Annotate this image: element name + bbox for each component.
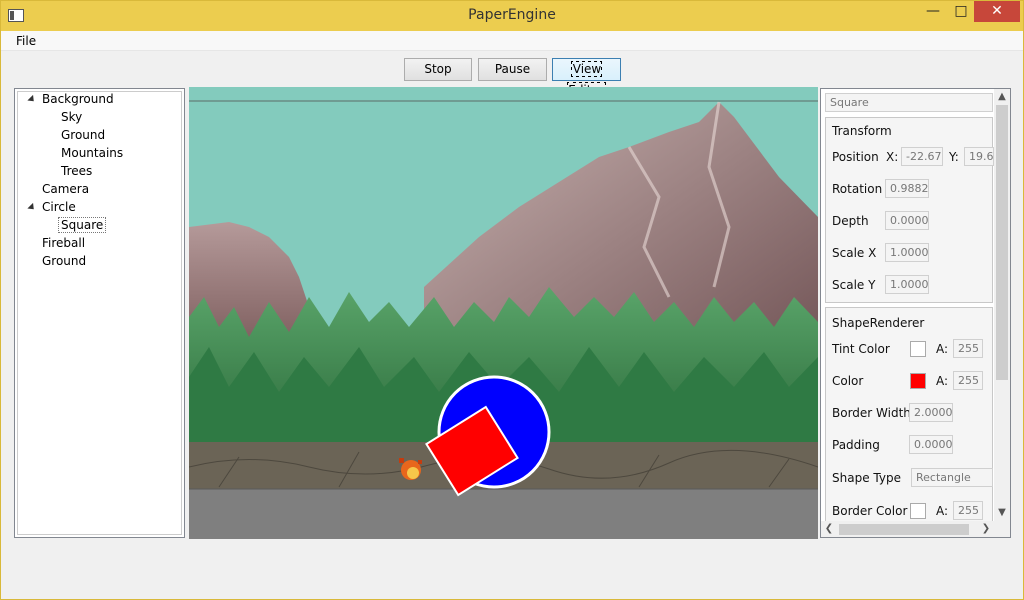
menu-bar: File (1, 31, 1023, 51)
close-button[interactable]: ✕ (974, 1, 1020, 22)
rotation-input[interactable]: 0.9882 (885, 179, 929, 198)
vertical-scroll-thumb[interactable] (996, 105, 1008, 380)
tree-node-ground-child[interactable]: Ground (61, 127, 105, 144)
scene-tree[interactable]: Background Sky Ground Mountains Trees Ca… (14, 88, 185, 538)
minimize-button[interactable]: — (919, 1, 947, 22)
tint-alpha-label: A: (936, 342, 949, 356)
shape-type-select[interactable]: Rectangle (911, 468, 993, 487)
inspector-panel: Square Transform Position X: -22.677 Y: … (820, 88, 1011, 538)
color-swatch[interactable] (910, 373, 926, 389)
tree-node-label: Square (58, 217, 107, 233)
scroll-down-icon[interactable]: ▼ (994, 505, 1010, 521)
tree-node-label: Trees (61, 164, 93, 178)
title-bar[interactable]: PaperEngine — □ ✕ (1, 1, 1023, 31)
transform-header: Transform (832, 124, 892, 138)
scroll-right-icon[interactable]: ❯ (978, 521, 994, 537)
minimize-icon: — (926, 3, 940, 19)
window-title: PaperEngine (468, 7, 556, 23)
menu-file[interactable]: File (16, 34, 36, 48)
horizontal-scroll-thumb[interactable] (839, 524, 969, 535)
inspector-horizontal-scrollbar[interactable]: ❮ ❯ (821, 521, 1010, 537)
depth-input[interactable]: 0.0000 (885, 211, 929, 230)
close-icon: ✕ (991, 3, 1003, 19)
object-name-field[interactable]: Square (825, 93, 993, 112)
tree-node-label: Ground (61, 128, 106, 142)
shape-type-label: Shape Type (832, 471, 901, 485)
tint-alpha-input[interactable]: 255 (953, 339, 983, 358)
tree-node-fireball[interactable]: Fireball (42, 235, 85, 252)
position-label: Position (832, 150, 879, 164)
app-window: PaperEngine — □ ✕ File Stop Pause View E… (0, 0, 1024, 600)
position-x-input[interactable]: -22.677 (901, 147, 943, 166)
padding-label: Padding (832, 438, 880, 452)
tree-node-label: Circle (42, 200, 76, 214)
tree-node-ground[interactable]: Ground (42, 253, 86, 270)
ground-platform (189, 489, 818, 539)
tree-node-circle[interactable]: Circle (42, 199, 76, 216)
game-viewport[interactable] (189, 87, 818, 539)
scroll-up-icon[interactable]: ▲ (994, 89, 1010, 105)
border-width-input[interactable]: 2.0000 (909, 403, 953, 422)
pause-button[interactable]: Pause (478, 58, 547, 81)
position-y-input[interactable]: 19.6 (964, 147, 994, 166)
position-x-label: X: (886, 150, 899, 164)
color-alpha-label: A: (936, 374, 949, 388)
tint-color-label: Tint Color (832, 342, 890, 356)
tree-node-label: Camera (42, 182, 90, 196)
tree-node-camera[interactable]: Camera (42, 181, 89, 198)
scalex-label: Scale X (832, 246, 877, 260)
depth-label: Depth (832, 214, 869, 228)
border-color-label: Border Color (832, 504, 908, 518)
maximize-button[interactable]: □ (947, 1, 975, 22)
stop-button[interactable]: Stop (404, 58, 472, 81)
color-alpha-input[interactable]: 255 (953, 371, 983, 390)
border-width-label: Border Width (832, 406, 911, 420)
tree-node-trees[interactable]: Trees (61, 163, 92, 180)
color-label: Color (832, 374, 864, 388)
tree-node-label: Background (42, 92, 114, 106)
tree-node-label: Ground (42, 254, 87, 268)
tree-node-mountains[interactable]: Mountains (61, 145, 123, 162)
scene-canvas (189, 87, 818, 539)
scaley-label: Scale Y (832, 278, 876, 292)
maximize-icon: □ (954, 3, 968, 19)
border-color-swatch[interactable] (910, 503, 926, 519)
padding-input[interactable]: 0.0000 (909, 435, 953, 454)
scaley-input[interactable]: 1.0000 (885, 275, 929, 294)
tree-node-label: Mountains (61, 146, 124, 160)
tree-node-label: Sky (61, 110, 83, 124)
border-alpha-label: A: (936, 504, 949, 518)
tree-node-background[interactable]: Background (42, 91, 114, 108)
scroll-left-icon[interactable]: ❮ (821, 521, 837, 537)
tint-color-swatch[interactable] (910, 341, 926, 357)
view-editor-button[interactable]: View Editor (552, 58, 621, 98)
position-y-label: Y: (949, 150, 959, 164)
border-alpha-input[interactable]: 255 (953, 501, 983, 520)
scalex-input[interactable]: 1.0000 (885, 243, 929, 262)
tree-node-square[interactable]: Square (58, 217, 107, 234)
shape-renderer-header: ShapeRenderer (832, 316, 925, 330)
tree-node-label: Fireball (42, 236, 86, 250)
tree-node-sky[interactable]: Sky (61, 109, 82, 126)
inspector-vertical-scrollbar[interactable]: ▲ ▼ (994, 89, 1010, 521)
rotation-label: Rotation (832, 182, 883, 196)
